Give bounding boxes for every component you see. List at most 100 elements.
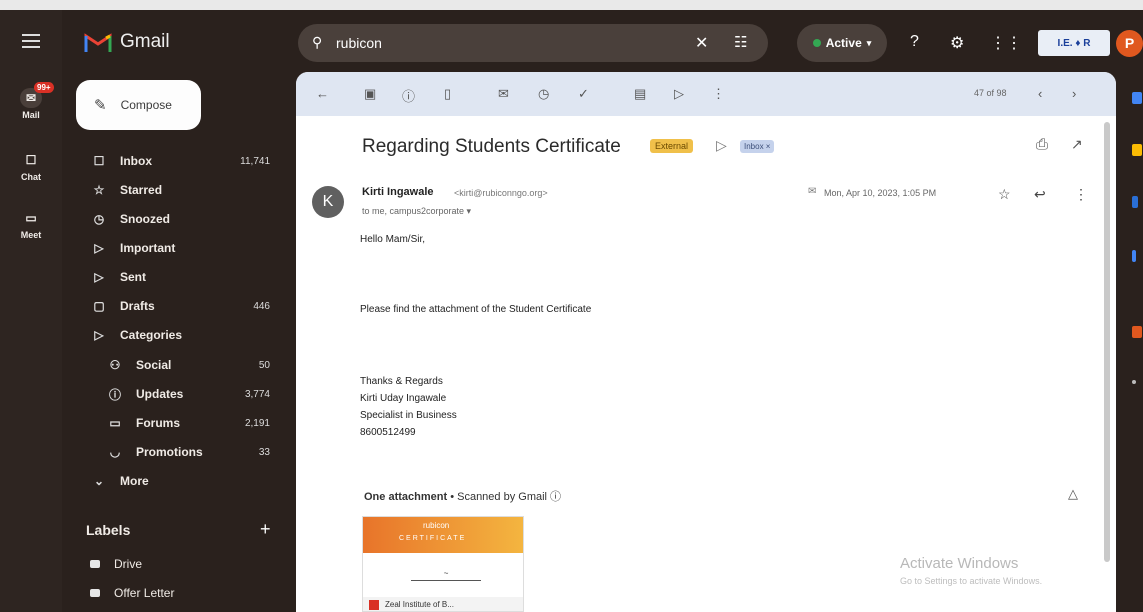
nav-label: Updates xyxy=(136,387,184,401)
email-greeting: Hello Mam/Sir, xyxy=(360,234,426,245)
add-label-icon[interactable]: + xyxy=(260,519,271,540)
search-input[interactable] xyxy=(336,34,636,52)
inbox-label-chip[interactable]: Inbox × xyxy=(740,140,775,153)
apps-grid-icon[interactable]: ⋮⋮ xyxy=(990,33,1022,53)
star-icon[interactable]: ☆ xyxy=(998,186,1011,203)
people-icon: ⚇ xyxy=(109,358,121,372)
nav-item-social[interactable]: ⚇ Social 50 xyxy=(96,354,280,376)
email-view: ← ▣ ⓘ ▯ ✉ ◷ ✓ ▤ ▷ ⋮ 47 of 98 ‹ › Regardi… xyxy=(296,72,1116,612)
attachment-filename[interactable]: Zeal Institute of B... xyxy=(363,597,523,611)
nav-count: 2,191 xyxy=(244,417,270,429)
nav-item-more[interactable]: ⌄ More xyxy=(80,470,280,492)
left-rail: ✉ 99+ Mail ☐ Chat ▭ Meet xyxy=(0,10,62,612)
nav-label: Inbox xyxy=(120,154,152,168)
important-marker-icon[interactable]: ▷ xyxy=(716,137,727,154)
nav-item-inbox[interactable]: ☐ Inbox 11,741 xyxy=(80,150,280,172)
sender-email: <kirti@rubiconngo.org> xyxy=(454,188,548,198)
status-selector[interactable]: Active ▾ xyxy=(797,24,887,62)
chevron-down-icon: ▾ xyxy=(866,37,872,48)
account-avatar[interactable]: P xyxy=(1116,30,1143,57)
nav-item-snoozed[interactable]: ◷ Snoozed xyxy=(80,208,280,230)
nav-count: 446 xyxy=(253,300,270,312)
signature-line: Kirti Uday Ingawale xyxy=(360,393,447,404)
older-chevron-icon[interactable]: › xyxy=(1072,86,1076,101)
signature-line: Specialist in Business xyxy=(360,410,457,421)
newer-chevron-icon[interactable]: ‹ xyxy=(1038,86,1042,101)
nav-item-drafts[interactable]: ▢ Drafts 446 xyxy=(80,295,280,317)
compose-button[interactable]: ✎ Compose xyxy=(76,80,201,130)
recipient-details[interactable]: to me, campus2corporate ▾ xyxy=(362,206,471,217)
scrollbar[interactable] xyxy=(1104,122,1110,562)
important-icon: ▷ xyxy=(94,241,104,255)
mark-unread-icon[interactable]: ✉ xyxy=(498,86,509,102)
certificate-brand: rubicon xyxy=(423,521,450,530)
main-menu-icon[interactable] xyxy=(22,34,40,48)
attachment-clip-icon: ✉ xyxy=(808,186,817,197)
more-vert-icon[interactable]: ⋮ xyxy=(1074,186,1088,203)
label-as-icon[interactable]: ▷ xyxy=(674,86,684,102)
attachment-count: One attachment xyxy=(364,491,448,503)
status-label: Active xyxy=(825,36,862,50)
rail-item-mail[interactable]: ✉ 99+ Mail xyxy=(8,82,54,120)
tasks-icon[interactable] xyxy=(1132,196,1138,208)
sender-name[interactable]: Kirti Ingawale xyxy=(362,186,434,198)
attachment-header: One attachment • Scanned by Gmail ⓘ xyxy=(364,488,561,504)
nav-label: Sent xyxy=(120,270,147,284)
add-to-drive-icon[interactable]: △ xyxy=(1068,486,1078,502)
rail-item-meet[interactable]: ▭ Meet xyxy=(8,208,54,240)
pencil-icon: ✎ xyxy=(94,97,107,114)
nav-item-starred[interactable]: ☆ Starred xyxy=(80,179,280,201)
search-bar[interactable]: ⚲ ✕ ☷ xyxy=(298,24,768,62)
search-icon[interactable]: ⚲ xyxy=(312,34,322,51)
nav-item-forums[interactable]: ▭ Forums 2,191 xyxy=(96,412,280,434)
archive-icon[interactable]: ▣ xyxy=(364,86,376,102)
search-options-icon[interactable]: ☷ xyxy=(734,33,747,51)
reply-icon[interactable]: ↩ xyxy=(1034,186,1046,203)
calendar-icon[interactable] xyxy=(1132,92,1142,104)
send-icon: ▷ xyxy=(94,270,104,284)
move-to-icon[interactable]: ▤ xyxy=(634,86,646,102)
keep-icon[interactable] xyxy=(1132,144,1142,156)
nav-item-updates[interactable]: ⓘ Updates 3,774 xyxy=(96,383,280,405)
nav-item-promotions[interactable]: ◡ Promotions 33 xyxy=(96,441,280,463)
addon-icon[interactable] xyxy=(1132,326,1142,338)
nav-item-sent[interactable]: ▷ Sent xyxy=(80,266,280,288)
contacts-icon[interactable] xyxy=(1132,250,1136,262)
more-options-icon[interactable]: ⋮ xyxy=(712,86,725,102)
windows-watermark-title: Activate Windows xyxy=(900,555,1019,572)
print-icon[interactable]: ⎙ xyxy=(1036,136,1048,153)
nav-count: 50 xyxy=(258,359,270,371)
signature-scribble-icon: ~ xyxy=(411,569,481,581)
certificate-title: CERTIFICATE xyxy=(399,535,467,542)
nav-count: 11,741 xyxy=(240,155,270,167)
snooze-icon[interactable]: ◷ xyxy=(538,86,549,102)
organization-logo[interactable]: I.E. ♦ R xyxy=(1038,30,1110,56)
sender-avatar[interactable]: K xyxy=(312,186,344,218)
chat-icon: ☐ xyxy=(25,153,37,167)
browser-top-strip xyxy=(0,0,1143,10)
status-dot-icon xyxy=(812,39,821,47)
nav-item-important[interactable]: ▷ Important xyxy=(80,237,280,259)
report-spam-icon[interactable]: ⓘ xyxy=(402,86,415,105)
label-item-offer-letter[interactable]: Offer Letter xyxy=(90,586,174,600)
help-icon[interactable]: ? xyxy=(910,33,919,51)
nav-item-categories[interactable]: ▷ Categories xyxy=(80,324,280,346)
back-arrow-icon[interactable]: ← xyxy=(316,86,329,101)
rail-item-chat[interactable]: ☐ Chat xyxy=(8,150,54,182)
attachment-thumbnail[interactable]: rubicon CERTIFICATE ~ Zeal Institute of … xyxy=(362,516,524,612)
settings-gear-icon[interactable]: ⚙ xyxy=(950,33,964,53)
video-icon: ▭ xyxy=(25,211,37,225)
email-date: Mon, Apr 10, 2023, 1:05 PM xyxy=(824,188,937,198)
labels-heading: Labels xyxy=(86,522,131,538)
delete-icon[interactable]: ▯ xyxy=(444,86,451,102)
clear-search-icon[interactable]: ✕ xyxy=(695,33,708,53)
chevron-down-icon: ⌄ xyxy=(93,474,105,488)
add-task-icon[interactable]: ✓ xyxy=(578,86,589,102)
open-new-window-icon[interactable]: ↗ xyxy=(1071,136,1083,153)
app-name: Gmail xyxy=(120,31,170,52)
add-addon-icon[interactable] xyxy=(1132,380,1136,384)
signature-line: 8600512499 xyxy=(360,427,416,438)
gmail-logo[interactable]: Gmail xyxy=(84,31,170,53)
label-item-drive[interactable]: Drive xyxy=(90,557,142,571)
email-subject: Regarding Students Certificate xyxy=(362,136,621,157)
